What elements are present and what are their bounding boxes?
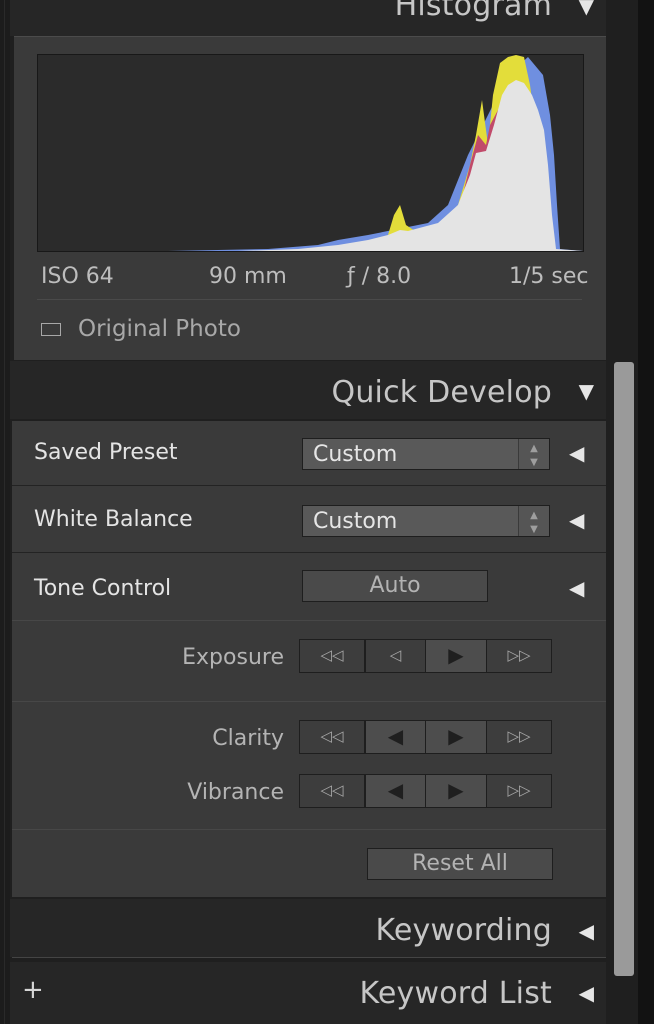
vibrance-small-increase-button[interactable]: ▶ xyxy=(425,774,487,808)
clarity-small-increase-button[interactable]: ▶ xyxy=(425,720,487,754)
white-balance-label: White Balance xyxy=(34,507,193,532)
dropdown-spinner-icon: ▲ ▼ xyxy=(518,439,549,469)
keyword-list-title: Keyword List xyxy=(359,976,552,1011)
vibrance-label: Vibrance xyxy=(187,780,284,805)
histogram-header[interactable]: Histogram ▼ xyxy=(10,0,606,36)
lightroom-right-panel: Histogram ▼ ISO 64 90 mm ƒ / 8.0 1/5 sec… xyxy=(0,0,654,1024)
vibrance-big-decrease-button[interactable]: ◁◁ xyxy=(299,774,365,808)
clarity-big-decrease-button[interactable]: ◁◁ xyxy=(299,720,365,754)
saved-preset-label: Saved Preset xyxy=(34,440,178,465)
original-photo-checkbox[interactable] xyxy=(41,323,61,336)
vibrance-big-increase-button[interactable]: ▷▷ xyxy=(486,774,552,808)
original-photo-label: Original Photo xyxy=(78,316,241,342)
expand-triangle-icon[interactable]: ◀ xyxy=(579,981,594,1005)
keywording-header[interactable]: Keywording ◀ xyxy=(10,899,606,957)
exposure-small-decrease-button[interactable]: ◁ xyxy=(365,639,426,673)
dropdown-spinner-icon: ▲ ▼ xyxy=(518,506,549,536)
keywording-title: Keywording xyxy=(375,913,552,948)
white-balance-value: Custom xyxy=(313,509,398,534)
clarity-big-increase-button[interactable]: ▷▷ xyxy=(486,720,552,754)
tone-control-label: Tone Control xyxy=(34,576,172,601)
vibrance-stepper: ◁◁ ◀ ▶ ▷▷ xyxy=(299,774,552,808)
saved-preset-value: Custom xyxy=(313,442,398,467)
iso-value: ISO 64 xyxy=(41,264,114,289)
auto-tone-button[interactable]: Auto xyxy=(302,570,488,602)
collapse-triangle-icon[interactable]: ▼ xyxy=(579,0,594,18)
keyword-list-header[interactable]: + Keyword List ◀ xyxy=(10,962,606,1024)
window-edge xyxy=(638,0,654,1024)
exposure-big-increase-button[interactable]: ▷▷ xyxy=(486,639,552,673)
clarity-small-decrease-button[interactable]: ◀ xyxy=(365,720,426,754)
saved-preset-select[interactable]: Custom ▲ ▼ xyxy=(302,438,550,470)
saved-preset-expand-icon[interactable]: ◀ xyxy=(569,441,584,465)
exposure-small-increase-button[interactable]: ▶ xyxy=(425,639,487,673)
histogram-title: Histogram xyxy=(394,0,552,23)
histogram-graph xyxy=(37,54,584,252)
histogram-luminance xyxy=(238,80,583,251)
quick-develop-header[interactable]: Quick Develop ▼ xyxy=(10,361,606,419)
quick-develop-title: Quick Develop xyxy=(331,375,552,410)
shutter-speed-value: 1/5 sec xyxy=(509,264,589,289)
clarity-stepper: ◁◁ ◀ ▶ ▷▷ xyxy=(299,720,552,754)
clarity-label: Clarity xyxy=(212,726,284,751)
collapse-triangle-icon[interactable]: ▼ xyxy=(579,379,594,403)
tone-control-expand-icon[interactable]: ◀ xyxy=(569,576,584,600)
focal-length-value: 90 mm xyxy=(209,264,287,289)
histogram-divider xyxy=(37,299,582,300)
histogram-chart xyxy=(168,55,583,251)
exposure-big-decrease-button[interactable]: ◁◁ xyxy=(299,639,365,673)
scrollbar-thumb[interactable] xyxy=(614,362,634,976)
white-balance-expand-icon[interactable]: ◀ xyxy=(569,508,584,532)
reset-all-button[interactable]: Reset All xyxy=(367,848,553,880)
exposure-stepper: ◁◁ ◁ ▶ ▷▷ xyxy=(299,639,552,673)
expand-triangle-icon[interactable]: ◀ xyxy=(579,919,594,943)
aperture-value: ƒ / 8.0 xyxy=(347,264,412,289)
exposure-label: Exposure xyxy=(182,645,284,670)
histogram-panel: ISO 64 90 mm ƒ / 8.0 1/5 sec Original Ph… xyxy=(14,36,606,360)
add-keyword-plus-icon[interactable]: + xyxy=(22,975,44,1005)
vibrance-small-decrease-button[interactable]: ◀ xyxy=(365,774,426,808)
white-balance-select[interactable]: Custom ▲ ▼ xyxy=(302,505,550,537)
left-edge xyxy=(0,0,10,1024)
quick-develop-panel: Saved Preset Custom ▲ ▼ ◀ White Balance C… xyxy=(12,421,606,897)
